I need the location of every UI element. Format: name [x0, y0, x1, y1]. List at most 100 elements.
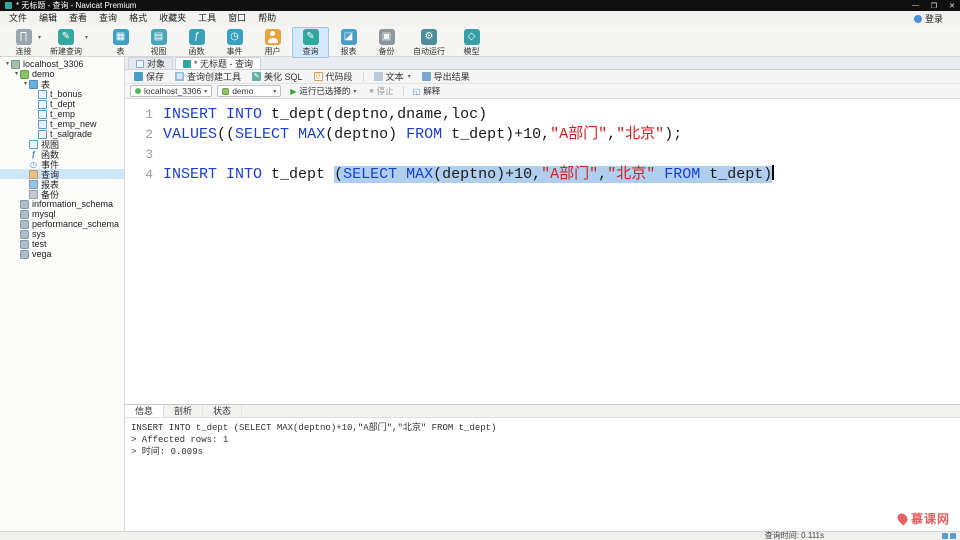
tree-item-table-t-dept[interactable]: t_dept — [0, 99, 124, 109]
menu-items: 文件 编辑 查看 查询 格式 收藏夹 工具 窗口 帮助 — [3, 11, 282, 26]
database-select-value: demo — [232, 86, 254, 96]
editor-line[interactable]: 2 VALUES((SELECT MAX(deptno) FROM t_dept)… — [125, 125, 960, 145]
run-selected-button[interactable]: ▶ 运行已选择的 ▾ — [286, 85, 360, 97]
results-tab-status[interactable]: 状态 — [203, 405, 243, 417]
snippet-icon: {} — [313, 72, 323, 81]
database-closed-icon — [20, 229, 29, 239]
text-view-button[interactable]: 文本 ▾ — [369, 71, 416, 83]
sql-text: ( — [334, 166, 344, 183]
sql-text: t_dept)+10, — [442, 126, 551, 143]
text-view-label: 文本 — [385, 72, 404, 82]
toolbar-view-button[interactable]: ▤ 视图 — [140, 27, 177, 58]
tree-item-backups-folder[interactable]: 备份 — [0, 189, 124, 200]
toolbar-automation-button[interactable]: ⚙ 自动运行 — [406, 27, 452, 58]
user-icon — [264, 29, 281, 45]
results-tab-info[interactable]: 信息 — [125, 405, 165, 417]
sql-keyword: FROM — [664, 166, 701, 183]
tree-item-table-t-bonus[interactable]: t_bonus — [0, 89, 124, 99]
tree-item-queries-folder[interactable]: 查询 — [0, 169, 124, 180]
twisty-icon: ▾ — [23, 81, 27, 87]
explain-button[interactable]: ◱ 解释 — [409, 85, 445, 97]
query-builder-button[interactable]: ▦ 查询创建工具 — [170, 71, 246, 83]
tree-item-table-t-salgrade[interactable]: t_salgrade — [0, 129, 124, 139]
results-tab-profile[interactable]: 剖析 — [164, 405, 204, 417]
menu-item-favorites[interactable]: 收藏夹 — [153, 11, 192, 26]
tree-label: t_emp — [50, 109, 76, 119]
toolbar-report-button[interactable]: ◪ 报表 — [330, 27, 367, 58]
sql-keyword: SELECT — [235, 126, 290, 143]
tree-item-functions-folder[interactable]: ƒ 函数 — [0, 149, 124, 160]
database-select[interactable]: demo ▾ — [217, 85, 282, 97]
new-query-icon: ✎ — [58, 29, 74, 45]
tab-query[interactable]: * 无标题 - 查询 — [175, 57, 262, 69]
table-icon — [38, 119, 47, 129]
twisty-icon: ▾ — [14, 71, 18, 77]
editor-line[interactable]: 1 INSERT INTO t_dept(deptno,dname,loc) — [125, 105, 960, 125]
toolbar-function-button[interactable]: ƒ 函数 — [178, 27, 215, 58]
toolbar-new-query-button[interactable]: ✎ ▾ 新建查询 — [43, 27, 89, 58]
menu-item-format[interactable]: 格式 — [123, 11, 153, 26]
tree-item-connection-localhost-3306[interactable]: ▾ localhost_3306 — [0, 59, 124, 69]
tree-item-db-test[interactable]: test — [0, 239, 124, 249]
views-folder-icon — [29, 139, 38, 149]
menu-item-help[interactable]: 帮助 — [252, 11, 282, 26]
sql-editor[interactable]: 1 INSERT INTO t_dept(deptno,dname,loc) 2 VA… — [125, 99, 960, 404]
toolbar-backup-button[interactable]: ▣ 备份 — [368, 27, 405, 58]
tree-item-events-folder[interactable]: ◷ 事件 — [0, 159, 124, 170]
chevron-down-icon: ▾ — [353, 88, 357, 95]
tree-item-db-mysql[interactable]: mysql — [0, 209, 124, 219]
menu-item-query[interactable]: 查询 — [93, 11, 123, 26]
main-area: 对象 * 无标题 - 查询 保存 ▦ 查询创建工具 ✎ 美化 SQL {} 代码… — [125, 57, 960, 531]
tree-item-table-t-emp[interactable]: t_emp — [0, 109, 124, 119]
minimize-button[interactable]: — — [912, 2, 919, 10]
save-button[interactable]: 保存 — [129, 71, 169, 83]
tree-item-db-vega[interactable]: vega — [0, 249, 124, 259]
menu-item-view[interactable]: 查看 — [63, 11, 93, 26]
toolbar-query-button[interactable]: ✎ 查询 — [292, 27, 329, 58]
tab-objects-label: 对象 — [147, 59, 166, 69]
connection-dot-icon — [135, 88, 141, 94]
tree-item-tables-folder[interactable]: ▾ 表 — [0, 79, 124, 90]
sql-keyword: INSERT — [163, 166, 218, 183]
toolbar-user-button[interactable]: 用户 — [254, 27, 291, 58]
query-toolbar: 保存 ▦ 查询创建工具 ✎ 美化 SQL {} 代码段 文本 ▾ 导出结果 — [125, 70, 960, 84]
toolbar-model-button[interactable]: ◇ 模型 — [453, 27, 490, 58]
event-icon: ◷ — [226, 29, 243, 45]
view-icon: ▤ — [150, 29, 167, 45]
menu-item-file[interactable]: 文件 — [3, 11, 33, 26]
database-closed-icon — [20, 239, 29, 249]
tree-item-db-sys[interactable]: sys — [0, 229, 124, 239]
login-label: 登录 — [924, 14, 943, 24]
tab-objects[interactable]: 对象 — [128, 57, 174, 69]
menu-item-window[interactable]: 窗口 — [222, 11, 252, 26]
connection-select[interactable]: localhost_3306 ▾ — [130, 85, 213, 97]
menu-item-tools[interactable]: 工具 — [192, 11, 222, 26]
editor-line[interactable]: 4 INSERT INTO t_dept (SELECT MAX(deptno)+… — [125, 165, 960, 185]
tree-item-table-t-emp-new[interactable]: t_emp_new — [0, 119, 124, 129]
toolbar-table-button[interactable]: ▦ 表 — [102, 27, 139, 58]
code-snippet-button[interactable]: {} 代码段 — [309, 71, 358, 83]
toolbar-label: 用户 — [264, 47, 281, 56]
sql-text: ); — [664, 126, 683, 143]
editor-line[interactable]: 3 — [125, 145, 960, 165]
beautify-sql-button[interactable]: ✎ 美化 SQL — [247, 71, 308, 83]
toolbar-event-button[interactable]: ◷ 事件 — [216, 27, 253, 58]
sql-keyword: VALUES — [163, 126, 218, 143]
close-button[interactable]: ✕ — [949, 2, 955, 10]
stop-button[interactable]: ■ 停止 — [365, 85, 397, 97]
tree-item-db-demo[interactable]: ▾ demo — [0, 69, 124, 79]
function-icon: ƒ — [188, 29, 205, 45]
export-result-button[interactable]: 导出结果 — [417, 71, 475, 83]
database-closed-icon — [20, 209, 29, 219]
maximize-button[interactable]: ❐ — [931, 2, 937, 10]
login-button[interactable]: 登录 — [913, 12, 957, 25]
tree-item-reports-folder[interactable]: 报表 — [0, 179, 124, 190]
sql-keyword: MAX — [298, 126, 326, 143]
menu-item-edit[interactable]: 编辑 — [33, 11, 63, 26]
tree-item-views-folder[interactable]: 视图 — [0, 139, 124, 150]
toolbar-connection-button[interactable]: ∏ ▾ 连接 — [5, 27, 42, 58]
sql-text — [397, 166, 407, 183]
tree-item-db-information-schema[interactable]: information_schema — [0, 199, 124, 209]
tree-item-db-performance-schema[interactable]: performance_schema — [0, 219, 124, 229]
